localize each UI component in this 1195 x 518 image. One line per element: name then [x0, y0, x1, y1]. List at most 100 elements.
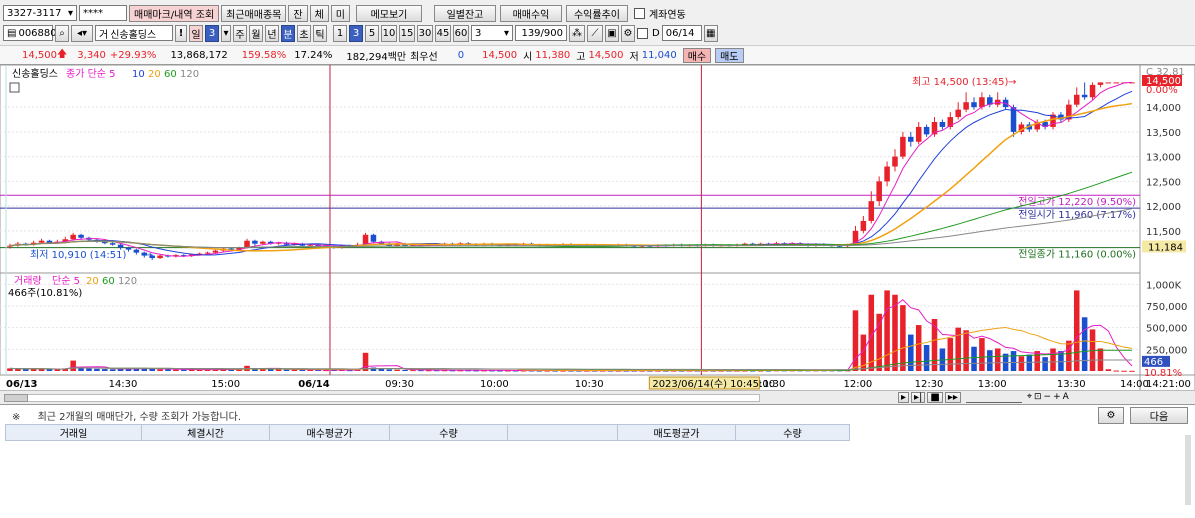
save-icon[interactable]: ▣: [605, 24, 619, 42]
chevron-down-icon[interactable]: ▾: [221, 24, 231, 42]
minute-5-button[interactable]: 5: [365, 24, 379, 42]
cursor-date-label: 2023/06/14(수) 10:45:00: [652, 378, 775, 390]
play-icon[interactable]: ▸: [898, 392, 910, 403]
price-legend-name: 신송홀딩스: [12, 67, 58, 80]
current-price: 14,500: [22, 49, 57, 61]
date-checkbox[interactable]: [637, 27, 648, 39]
sell-button[interactable]: 매도: [715, 47, 744, 63]
volume-bar: [22, 369, 29, 371]
period-week-button[interactable]: 주: [233, 24, 247, 42]
zoom-slider[interactable]: [965, 392, 1022, 403]
draw-icon[interactable]: ⊡: [1034, 392, 1042, 403]
speaker-icon[interactable]: ◂▾: [71, 24, 93, 42]
indicator-icon[interactable]: ⁂: [569, 24, 585, 42]
stock-name-field[interactable]: 거 신송홀딩스: [95, 25, 173, 41]
volume-bar: [884, 290, 890, 371]
volume-bar: [1073, 290, 1080, 371]
price-change-pct: +29.93%: [109, 49, 157, 61]
password-field[interactable]: ****: [79, 5, 127, 21]
vol-pct-label: 10.81%: [1144, 368, 1182, 379]
candle-body: [876, 181, 882, 202]
date-field[interactable]: 06/14: [661, 25, 702, 41]
trade-profit-button[interactable]: 매매수익: [499, 4, 562, 22]
zoom-in-icon[interactable]: +: [1053, 392, 1061, 403]
minute-15-button[interactable]: 15: [399, 24, 415, 42]
stock-code-field[interactable]: ▤ 006880: [3, 25, 57, 41]
x-tick-label: 14:00: [1120, 379, 1149, 390]
period-day-count[interactable]: 3: [205, 24, 219, 42]
interval-select[interactable]: 3 ▾: [471, 25, 513, 41]
minute-60-button[interactable]: 60: [453, 24, 469, 42]
unfilled-button[interactable]: 미: [330, 4, 350, 22]
search-icon[interactable]: ⌕: [55, 24, 69, 42]
low-label: 저: [629, 51, 639, 63]
period-second-button[interactable]: 초: [297, 24, 311, 42]
next-button[interactable]: 다음: [1130, 407, 1188, 424]
recent-trades-button[interactable]: 최근매매종목: [221, 4, 287, 22]
scroll-thumb[interactable]: [4, 393, 28, 402]
replay-icon[interactable]: ▸▸: [944, 392, 961, 403]
minute-45-button[interactable]: 45: [435, 24, 451, 42]
calendar-icon[interactable]: ▦: [703, 24, 718, 42]
volume-tick-label: 250,000: [1146, 345, 1187, 356]
candle-body: [125, 247, 132, 250]
memo-button[interactable]: 메모보기: [355, 4, 422, 22]
vol-tag-label: 466: [1144, 357, 1163, 368]
volume-bar: [109, 369, 116, 371]
period-year-button[interactable]: 년: [265, 24, 279, 42]
volume-bar: [70, 360, 76, 371]
chevron-down-icon: ▾: [503, 27, 509, 39]
balance-button[interactable]: 잔: [288, 4, 308, 22]
daily-balance-button[interactable]: 일별잔고: [433, 4, 496, 22]
volume-bar: [283, 369, 290, 371]
candle-body: [900, 136, 906, 157]
stop-icon[interactable]: ■: [927, 392, 943, 403]
alert-button[interactable]: !: [175, 24, 187, 42]
col-buy-qty: 수량: [389, 424, 508, 441]
volume-tick-label: 500,000: [1146, 324, 1187, 335]
minute-1-button[interactable]: 1: [333, 24, 347, 42]
trade-marks-button[interactable]: 매매마크/내역 조회: [129, 4, 220, 22]
yield-trend-button[interactable]: 수익률추이: [565, 4, 628, 22]
line-tool-icon[interactable]: ⟋: [587, 24, 603, 42]
candle-body: [868, 201, 875, 221]
price-tick-label: 12,500: [1146, 177, 1181, 188]
step-icon[interactable]: ▸|: [911, 392, 926, 403]
volume-bar: [86, 368, 92, 371]
period-tick-button[interactable]: 틱: [313, 24, 327, 42]
account-select[interactable]: 3327-3117 ▾: [3, 5, 77, 21]
period-month-button[interactable]: 월: [249, 24, 263, 42]
col-spacer: [507, 424, 618, 441]
chart-area[interactable]: 14,000 13,500 13,000 12,500 12,000 11,500 1,00…: [0, 64, 1195, 392]
stock-name-prefix: 거: [99, 29, 109, 41]
minute-30-button[interactable]: 30: [417, 24, 433, 42]
price-tick-label: 13,500: [1146, 128, 1181, 139]
pct-tag-label: 0.00%: [1146, 85, 1178, 96]
x-tick-label: 12:00: [843, 379, 872, 390]
volume-bar: [1050, 348, 1056, 371]
gear-icon[interactable]: ⚙: [621, 24, 635, 42]
minute-3-button[interactable]: 3: [349, 24, 363, 42]
crosshair-icon[interactable]: ⌖: [1027, 392, 1032, 403]
minute-10-button[interactable]: 10: [381, 24, 397, 42]
font-icon[interactable]: A: [1063, 392, 1069, 403]
executed-button[interactable]: 체: [309, 4, 329, 22]
chart-scrollbar[interactable]: ▸ ▸| ■ ▸▸ ⌖ ⊡ − + A: [0, 390, 1195, 404]
period-minute-button[interactable]: 분: [281, 24, 295, 42]
count-field[interactable]: 139/900: [515, 25, 567, 41]
volume-bar: [963, 330, 969, 371]
volume-bar: [378, 368, 385, 371]
link-account-checkbox[interactable]: [633, 7, 645, 19]
candle-body: [78, 234, 84, 238]
volume-bar: [1081, 317, 1088, 371]
table-scrollbar[interactable]: [1185, 435, 1191, 505]
volume-bar: [410, 370, 416, 372]
zoom-out-icon[interactable]: −: [1044, 392, 1052, 403]
buy-button[interactable]: 매수: [682, 47, 712, 63]
volume-bar: [46, 369, 53, 371]
link-account-label: 계좌연동: [648, 9, 686, 21]
scroll-track[interactable]: [4, 393, 760, 402]
gear-icon[interactable]: ⚙: [1098, 407, 1124, 424]
period-day-button[interactable]: 일: [189, 24, 203, 42]
price-chart-svg[interactable]: 14,000 13,500 13,000 12,500 12,000 11,500 1,00…: [0, 64, 1195, 392]
